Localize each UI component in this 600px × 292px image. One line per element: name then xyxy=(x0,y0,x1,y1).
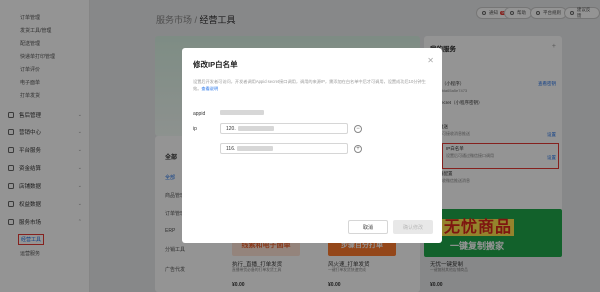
confirm-button[interactable]: 确认修改 xyxy=(393,220,433,234)
cancel-button[interactable]: 取消 xyxy=(348,220,388,234)
dialog-description: 设置后开发者可访问，开发者调用Appid secret接口调用，调用的来源IP，… xyxy=(193,79,431,92)
add-ip-icon[interactable]: + xyxy=(354,144,362,153)
dialog-description-text: 设置后开发者可访问，开发者调用Appid secret接口调用，调用的来源IP，… xyxy=(193,79,426,91)
redacted-value xyxy=(237,126,274,131)
ip-input-2[interactable]: 116. xyxy=(220,143,348,154)
remove-ip-icon[interactable]: − xyxy=(354,124,362,133)
view-instructions-link[interactable]: 查看说明 xyxy=(201,86,218,91)
appid-value xyxy=(220,110,264,116)
dialog-title: 修改IP白名单 xyxy=(193,60,238,69)
ip-input-2-value: 116. xyxy=(226,145,236,152)
redacted-value xyxy=(220,110,264,116)
ip-input-1[interactable]: 120. xyxy=(220,123,348,134)
redacted-value xyxy=(237,146,274,151)
appid-label: appid xyxy=(193,111,206,117)
edit-ip-whitelist-dialog: 修改IP白名单 ✕ 设置后开发者可访问，开发者调用Appid secret接口调… xyxy=(182,48,442,243)
close-icon[interactable]: ✕ xyxy=(427,56,434,65)
ip-input-1-value: 120. xyxy=(226,125,236,132)
ip-label: ip xyxy=(193,126,197,132)
